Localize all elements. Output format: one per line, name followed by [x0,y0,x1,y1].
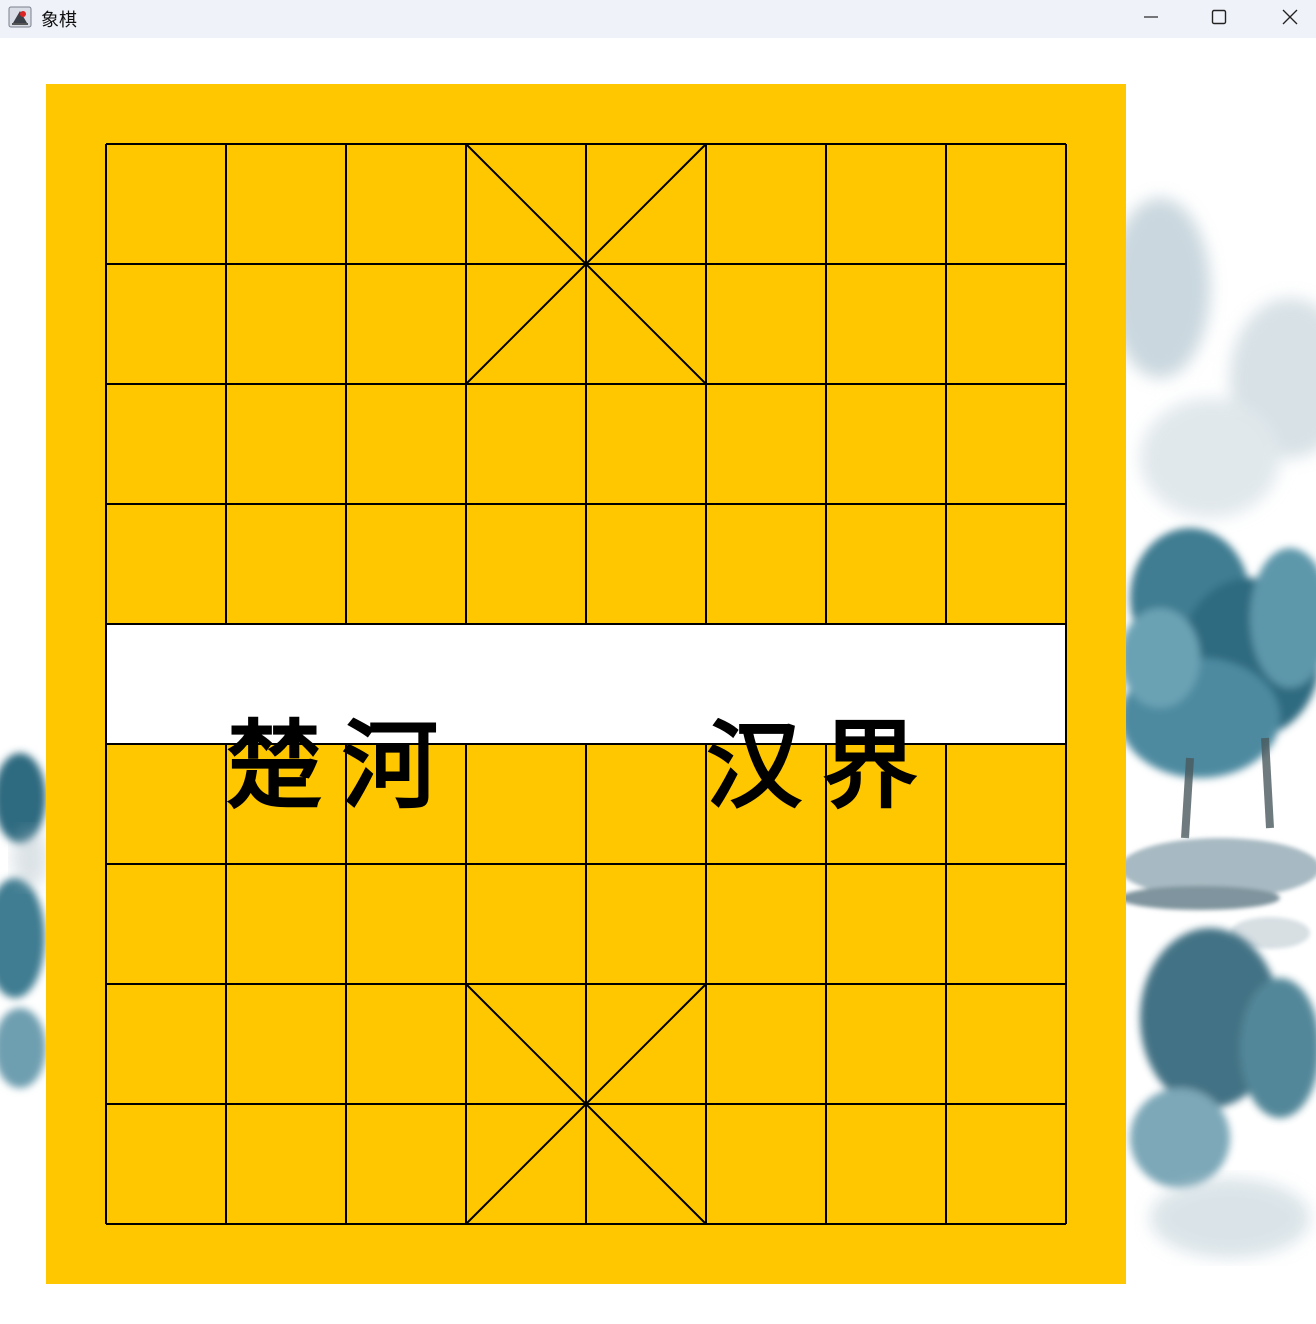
app-window: 象棋 楚河 汉界 [0,0,1316,1324]
river-text-han-jie: 汉界 [706,710,938,822]
java-app-icon [8,6,32,28]
river-text-chu-he: 楚河 [226,710,458,822]
maximize-button[interactable] [1184,0,1254,34]
close-button[interactable] [1255,0,1316,34]
board-grid [105,143,1067,1225]
window-title: 象棋 [41,10,77,31]
chess-board[interactable]: 楚河 汉界 [46,84,1126,1284]
maximize-icon [1211,9,1227,25]
minimize-icon [1144,16,1158,18]
close-icon [1282,9,1298,25]
title-bar[interactable]: 象棋 [0,0,1316,38]
minimize-button[interactable] [1116,0,1186,34]
